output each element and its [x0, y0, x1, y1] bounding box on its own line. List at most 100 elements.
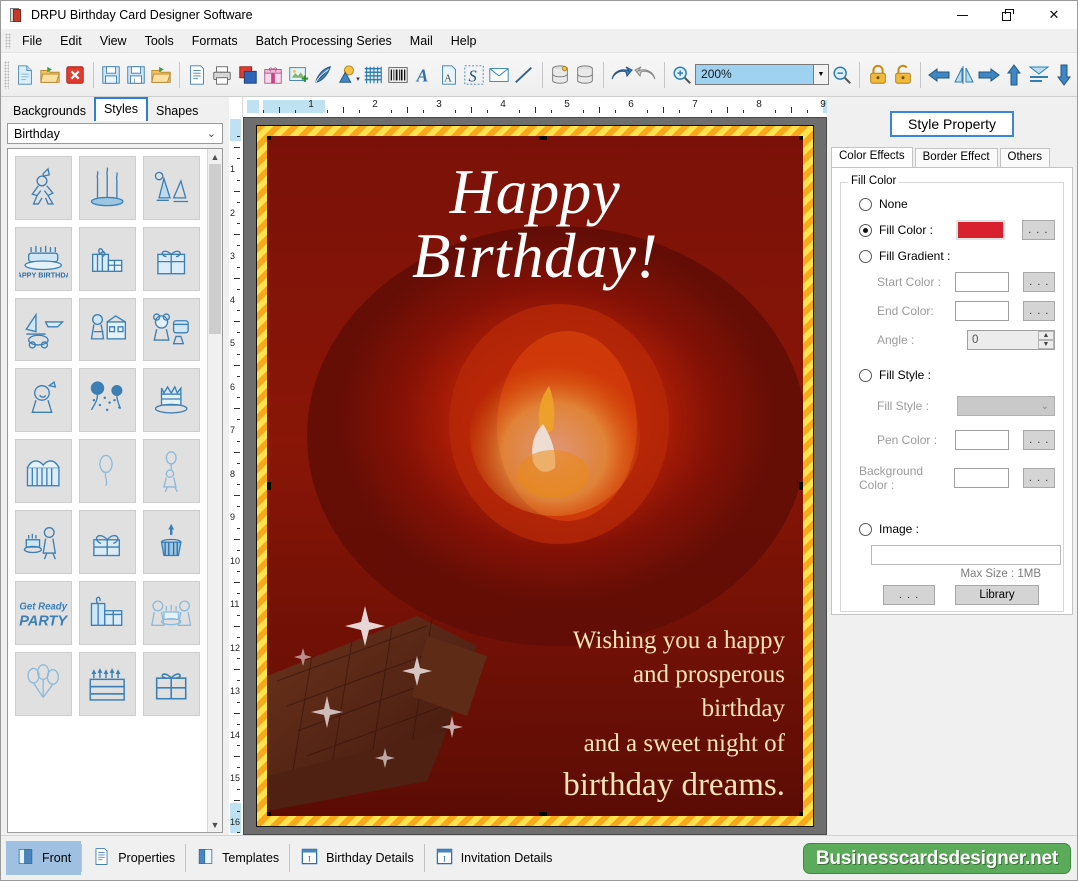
style-thumbnail[interactable] [15, 156, 72, 220]
selection-handle[interactable] [799, 812, 803, 816]
pen-icon[interactable] [310, 58, 335, 92]
fill-color-swatch[interactable] [956, 220, 1005, 240]
page-setup-icon[interactable] [185, 58, 210, 92]
tab-color-effects[interactable]: Color Effects [831, 147, 913, 167]
selection-handle[interactable] [799, 482, 803, 490]
style-thumbnail[interactable] [79, 439, 136, 504]
tab-styles[interactable]: Styles [93, 97, 149, 121]
background-color-field[interactable] [954, 468, 1010, 488]
greeting-card[interactable]: Happy Birthday! Wishing you a happy and … [256, 125, 814, 827]
barcode-icon[interactable] [386, 58, 411, 92]
lock-icon[interactable] [865, 58, 890, 92]
style-thumbnail[interactable] [143, 651, 200, 716]
style-thumbnail[interactable] [79, 226, 136, 291]
selection-handle[interactable] [799, 136, 803, 140]
database-add-icon[interactable] [548, 58, 573, 92]
selection-handle[interactable] [267, 812, 271, 816]
style-thumbnail[interactable] [143, 226, 200, 291]
status-tab-front[interactable]: Front [6, 841, 82, 875]
scrollbar-track[interactable] [208, 164, 222, 817]
angle-stepper[interactable]: 0 ▲ ▼ [967, 330, 1055, 350]
menu-batch-processing-series[interactable]: Batch Processing Series [247, 31, 401, 51]
style-thumbnail[interactable] [143, 439, 200, 504]
menu-mail[interactable]: Mail [401, 31, 442, 51]
scroll-up-icon[interactable]: ▲ [208, 149, 222, 164]
style-thumbnail[interactable] [15, 368, 72, 433]
style-thumbnail[interactable] [143, 297, 200, 362]
menu-edit[interactable]: Edit [51, 31, 91, 51]
style-thumbnail[interactable] [79, 580, 136, 645]
style-thumbnail[interactable] [143, 156, 200, 220]
pen-color-field[interactable] [955, 430, 1010, 450]
style-thumbnail[interactable] [143, 510, 200, 574]
scrollbar-thumb[interactable] [209, 164, 221, 334]
category-dropdown[interactable]: Birthday ⌄ [7, 123, 223, 144]
radio-image[interactable] [859, 522, 872, 536]
flip-horizontal-icon[interactable] [951, 58, 976, 92]
restore-button[interactable] [985, 1, 1031, 29]
style-thumbnail[interactable] [79, 651, 136, 716]
envelope-icon[interactable] [486, 58, 511, 92]
image-browse-button[interactable]: . . . [883, 585, 935, 605]
align-left-icon[interactable] [926, 58, 951, 92]
radio-fill-color[interactable] [859, 223, 872, 237]
cards-icon[interactable] [235, 58, 260, 92]
style-thumbnail[interactable] [79, 510, 136, 574]
tab-border-effect[interactable]: Border Effect [914, 148, 998, 167]
library-button[interactable]: Library [955, 585, 1039, 605]
card-heading[interactable]: Happy Birthday! [267, 160, 803, 289]
align-center-icon[interactable] [1027, 58, 1052, 92]
radio-fill-gradient[interactable] [859, 249, 872, 263]
zoom-input[interactable]: 200% [695, 64, 814, 85]
radio-none[interactable] [859, 197, 872, 211]
close-button[interactable]: ✕ [1031, 1, 1077, 29]
tab-backgrounds[interactable]: Backgrounds [5, 101, 94, 121]
end-color-browse-button[interactable]: . . . [1023, 301, 1055, 321]
canvas-viewport[interactable]: Happy Birthday! Wishing you a happy and … [243, 117, 827, 835]
insert-image-icon[interactable] [285, 58, 310, 92]
selection-handle[interactable] [267, 482, 271, 490]
save-icon[interactable] [98, 58, 123, 92]
style-thumbnail[interactable]: HAPPY BIRTHDAY [15, 226, 72, 291]
undo-icon[interactable] [609, 58, 634, 92]
open-folder-icon[interactable] [37, 58, 62, 92]
style-thumbnail[interactable] [15, 510, 72, 574]
line-icon[interactable] [512, 58, 537, 92]
status-tab-invitation-details[interactable]: I Invitation Details [425, 841, 563, 875]
style-thumbnail[interactable] [143, 580, 200, 645]
close-document-icon[interactable] [62, 58, 87, 92]
style-thumbnail[interactable] [79, 297, 136, 362]
card-message[interactable]: Wishing you a happy and prosperous birth… [563, 624, 785, 808]
style-thumbnail[interactable] [15, 439, 72, 504]
align-bottom-icon[interactable] [1052, 58, 1077, 92]
menu-help[interactable]: Help [442, 31, 486, 51]
start-color-browse-button[interactable]: . . . [1023, 272, 1055, 292]
zoom-chevron-down-icon[interactable]: ▼ [813, 64, 830, 85]
zoom-out-icon[interactable] [829, 58, 854, 92]
new-document-icon[interactable] [12, 58, 37, 92]
style-thumbnail[interactable]: Get Ready PARTY [15, 580, 72, 645]
style-thumbnail[interactable] [143, 368, 200, 433]
radio-fill-style[interactable] [859, 368, 872, 382]
shapes-icon[interactable]: ▾ [336, 58, 361, 92]
angle-increment-icon[interactable]: ▲ [1038, 331, 1054, 340]
fill-color-browse-button[interactable]: . . . [1021, 220, 1055, 240]
style-thumbnail[interactable] [79, 368, 136, 433]
background-color-browse-button[interactable]: . . . [1023, 468, 1055, 488]
selection-handle[interactable] [539, 136, 547, 140]
fill-style-dropdown[interactable]: ⌄ [956, 396, 1055, 416]
align-right-icon[interactable] [976, 58, 1001, 92]
signature-icon[interactable]: S [461, 58, 486, 92]
thumbnail-scrollbar[interactable]: ▲ ▼ [207, 149, 222, 832]
menu-formats[interactable]: Formats [183, 31, 247, 51]
pen-color-browse-button[interactable]: . . . [1023, 430, 1055, 450]
print-icon[interactable] [210, 58, 235, 92]
start-color-field[interactable] [955, 272, 1010, 292]
menu-file[interactable]: File [13, 31, 51, 51]
status-tab-birthday-details[interactable]: I Birthday Details [290, 841, 424, 875]
selection-handle[interactable] [267, 136, 271, 140]
selection-handle[interactable] [539, 812, 547, 816]
unlock-icon[interactable] [890, 58, 915, 92]
text-box-icon[interactable]: A [436, 58, 461, 92]
save-as-icon[interactable]: I [124, 58, 149, 92]
